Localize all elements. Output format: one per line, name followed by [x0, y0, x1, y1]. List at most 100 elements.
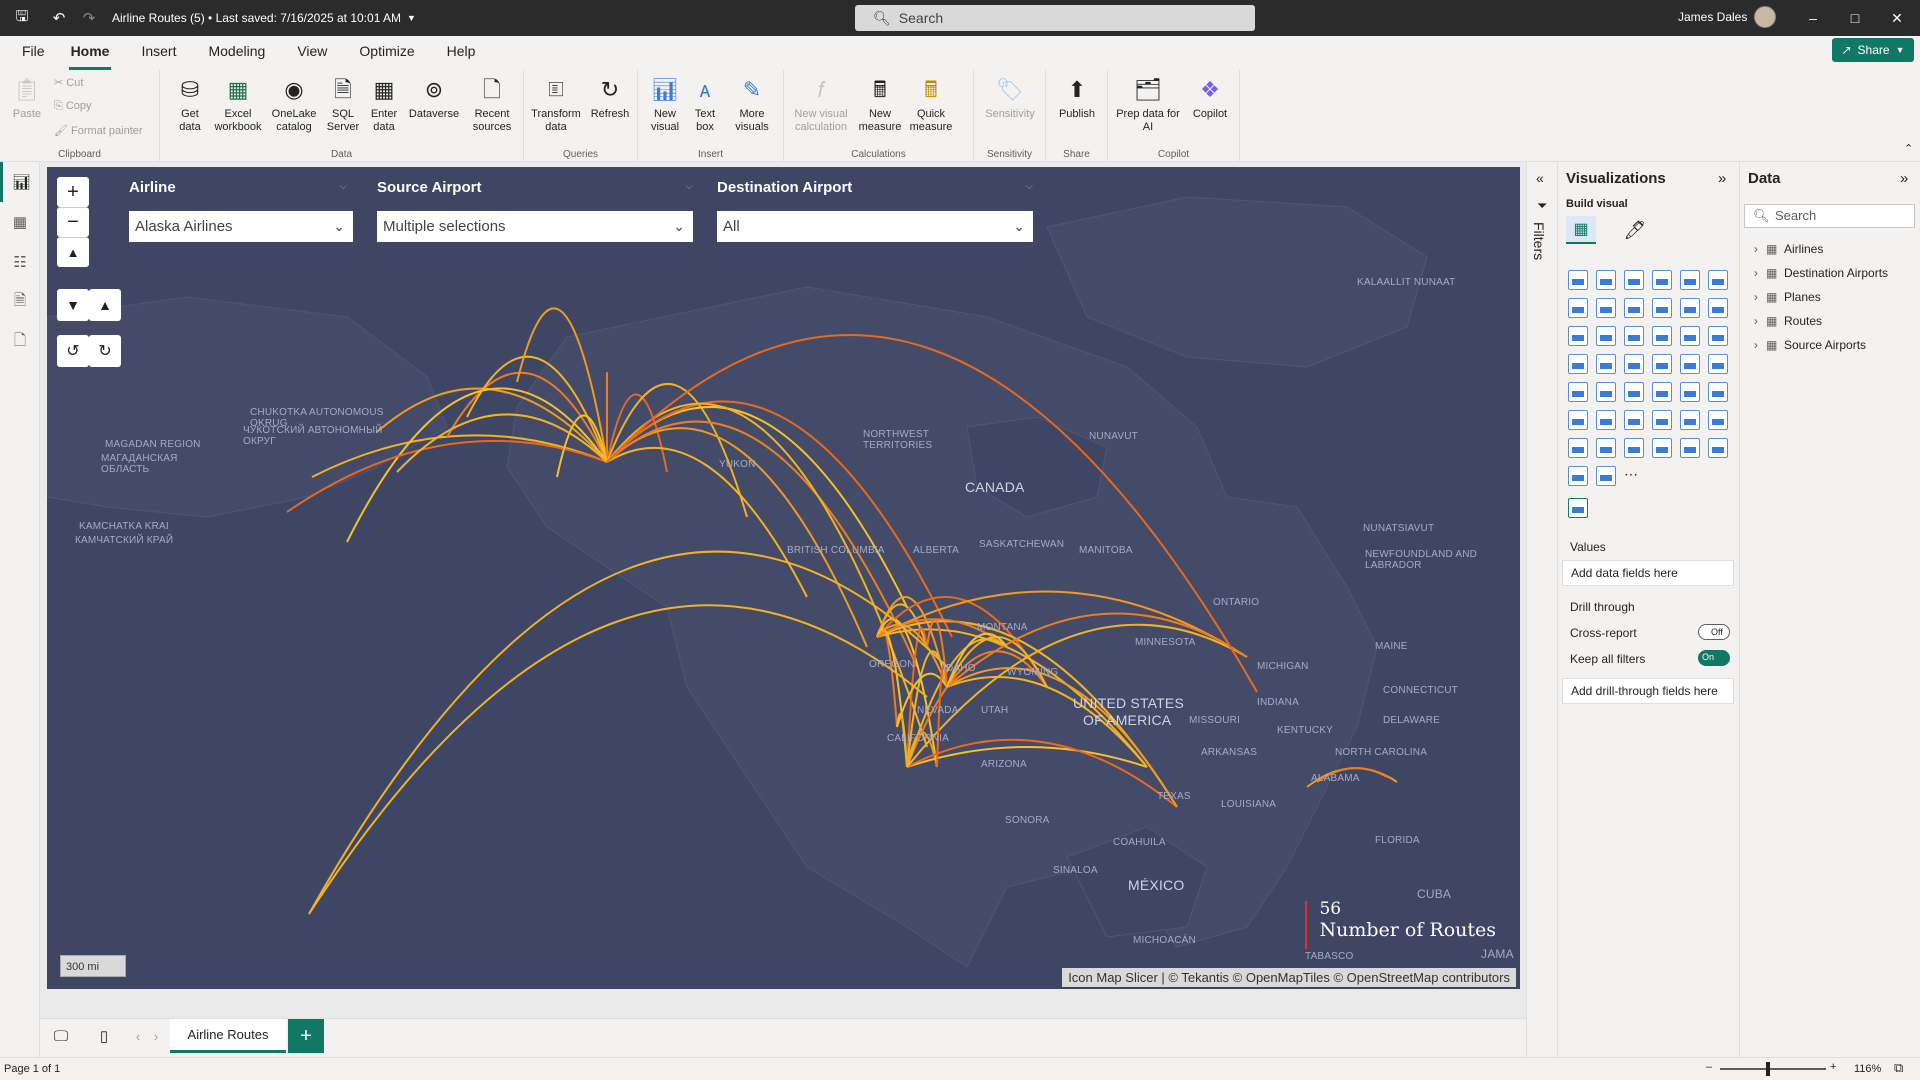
visual-type-icon[interactable]	[1708, 354, 1728, 374]
expand-icon[interactable]: «	[1536, 170, 1544, 186]
pitch-down-button[interactable]: ▼	[57, 289, 89, 321]
zoom-slider[interactable]	[1720, 1068, 1826, 1070]
search-box[interactable]: 🔍︎ Search	[855, 5, 1255, 31]
transform-data-button[interactable]: 🗉︎ Transform data	[528, 74, 584, 134]
prep-data-for-ai-button[interactable]: 🗂︎ Prep data for AI	[1112, 74, 1184, 134]
chevron-down-icon[interactable]: ⌵	[685, 181, 693, 192]
cross-report-toggle[interactable]: Off	[1698, 624, 1730, 640]
dax-query-view-icon[interactable]: 🗎︎	[0, 282, 40, 322]
minimize-icon[interactable]: –	[1790, 0, 1836, 36]
visual-type-icon[interactable]	[1652, 270, 1672, 290]
zoom-out-icon[interactable]: –	[1706, 1061, 1712, 1073]
menu-file[interactable]: File	[0, 36, 61, 70]
table-item[interactable]: › ▦ Planes	[1754, 290, 1821, 304]
onelake-catalog-button[interactable]: ◉ OneLake catalog	[266, 74, 322, 134]
visual-type-icon[interactable]	[1568, 298, 1588, 318]
pitch-up-button[interactable]: ▲	[89, 289, 121, 321]
table-item[interactable]: › ▦ Routes	[1754, 314, 1822, 328]
table-item[interactable]: › ▦ Source Airports	[1754, 338, 1866, 352]
menu-optimize[interactable]: Optimize	[343, 36, 430, 70]
visual-type-icon[interactable]	[1708, 382, 1728, 402]
drill-through-well[interactable]: Add drill-through fields here	[1562, 678, 1734, 704]
visual-type-icon[interactable]	[1596, 326, 1616, 346]
copy-button[interactable]: ⎘ Copy	[54, 100, 92, 113]
format-visual-tab[interactable]: 🖊︎	[1620, 216, 1650, 244]
more-options-icon[interactable]: ⋯	[1624, 466, 1638, 483]
visual-type-icon[interactable]	[1624, 410, 1644, 430]
chevron-down-icon[interactable]: ⌵	[339, 181, 347, 192]
share-button[interactable]: ↗ Share ▼	[1832, 38, 1914, 62]
zoom-in-icon[interactable]: +	[1830, 1061, 1836, 1073]
menu-home[interactable]: Home	[68, 36, 112, 70]
visual-type-icon[interactable]	[1596, 298, 1616, 318]
visual-type-icon[interactable]	[1568, 410, 1588, 430]
collapse-ribbon-icon[interactable]: ⌃	[1904, 142, 1913, 155]
visual-type-icon[interactable]	[1680, 298, 1700, 318]
visual-type-icon[interactable]	[1596, 466, 1616, 486]
visual-type-icon[interactable]	[1624, 298, 1644, 318]
get-data-button[interactable]: ⛁ Get data	[170, 74, 210, 134]
menu-help[interactable]: Help	[431, 36, 492, 70]
visual-type-icon[interactable]	[1624, 326, 1644, 346]
prev-page-icon[interactable]: ‹	[130, 1019, 146, 1053]
save-icon[interactable]: 🖫	[0, 0, 44, 36]
visual-type-icon[interactable]	[1708, 270, 1728, 290]
cut-button[interactable]: ✂ Cut	[54, 76, 83, 89]
visual-type-icon[interactable]	[1708, 410, 1728, 430]
visual-type-icon[interactable]	[1680, 438, 1700, 458]
visual-type-icon[interactable]	[1708, 438, 1728, 458]
build-visual-tab[interactable]: ▦	[1566, 216, 1596, 244]
zoom-in-button[interactable]: +	[57, 177, 89, 207]
visual-type-icon[interactable]	[1652, 354, 1672, 374]
visual-type-icon[interactable]	[1652, 382, 1672, 402]
visual-type-icon[interactable]	[1596, 438, 1616, 458]
visual-type-icon[interactable]	[1680, 354, 1700, 374]
visual-type-icon[interactable]	[1624, 382, 1644, 402]
visual-type-icon[interactable]	[1568, 354, 1588, 374]
menu-modeling[interactable]: Modeling	[192, 36, 281, 70]
more-visuals-button[interactable]: ✎ More visuals	[724, 74, 780, 134]
visual-type-icon[interactable]	[1708, 326, 1728, 346]
zoom-slider-thumb[interactable]	[1766, 1062, 1770, 1076]
sql-server-button[interactable]: 🗎︎ SQL Server	[322, 74, 364, 134]
new-visual-calculation-button[interactable]: 𝑓 New visual calculation	[788, 74, 854, 134]
visual-type-icon[interactable]	[1680, 270, 1700, 290]
redo-icon[interactable]: ↷	[74, 0, 104, 36]
sensitivity-button[interactable]: 🏷︎ Sensitivity	[978, 74, 1042, 121]
close-icon[interactable]: ✕	[1874, 0, 1920, 36]
visual-type-icon[interactable]	[1596, 410, 1616, 430]
airline-dropdown[interactable]: Alaska Airlines ⌄	[129, 211, 353, 242]
report-view-icon[interactable]: 📊︎	[0, 162, 40, 202]
visual-type-icon[interactable]	[1652, 438, 1672, 458]
zoom-out-button[interactable]: −	[57, 207, 89, 237]
avatar[interactable]	[1754, 6, 1776, 28]
new-measure-button[interactable]: 🖩︎ New measure	[856, 74, 904, 134]
chevron-down-icon[interactable]: ⌵	[1025, 181, 1033, 192]
chevron-down-icon[interactable]: ▼	[407, 13, 416, 23]
model-view-icon[interactable]: ☷	[0, 242, 40, 282]
recent-sources-button[interactable]: 🗋︎ Recent sources	[464, 74, 520, 134]
page-tab-airline-routes[interactable]: Airline Routes	[170, 1019, 286, 1053]
fit-page-icon[interactable]: ⧉	[1894, 1060, 1903, 1076]
dataverse-button[interactable]: ⊚ Dataverse	[404, 74, 464, 121]
zoom-level[interactable]: 116%	[1854, 1063, 1881, 1075]
visual-type-icon[interactable]	[1680, 410, 1700, 430]
table-view-icon[interactable]: ▦	[0, 202, 40, 242]
desktop-view-icon[interactable]: 🖵︎	[46, 1019, 76, 1053]
visual-type-icon[interactable]	[1596, 382, 1616, 402]
table-item[interactable]: › ▦ Destination Airports	[1754, 266, 1888, 280]
visual-type-icon[interactable]	[1568, 438, 1588, 458]
source-airport-dropdown[interactable]: Multiple selections ⌄	[377, 211, 693, 242]
visual-type-icon[interactable]	[1568, 270, 1588, 290]
window-title[interactable]: Airline Routes (5) • Last saved: 7/16/20…	[112, 11, 401, 25]
maximize-icon[interactable]: □	[1832, 0, 1878, 36]
visual-type-icon[interactable]	[1568, 382, 1588, 402]
text-box-button[interactable]: ᴀ Text box	[686, 74, 724, 134]
add-page-button[interactable]: +	[288, 1019, 324, 1053]
map-attribution[interactable]: Icon Map Slicer | © Tekantis © OpenMapTi…	[1062, 968, 1516, 987]
keep-filters-toggle[interactable]: On	[1698, 650, 1730, 666]
visual-type-icon[interactable]	[1708, 298, 1728, 318]
refresh-button[interactable]: ↻ Refresh	[586, 74, 634, 121]
paste-button[interactable]: 📋︎ Paste	[10, 74, 44, 121]
rotate-left-button[interactable]: ↺	[57, 335, 89, 367]
